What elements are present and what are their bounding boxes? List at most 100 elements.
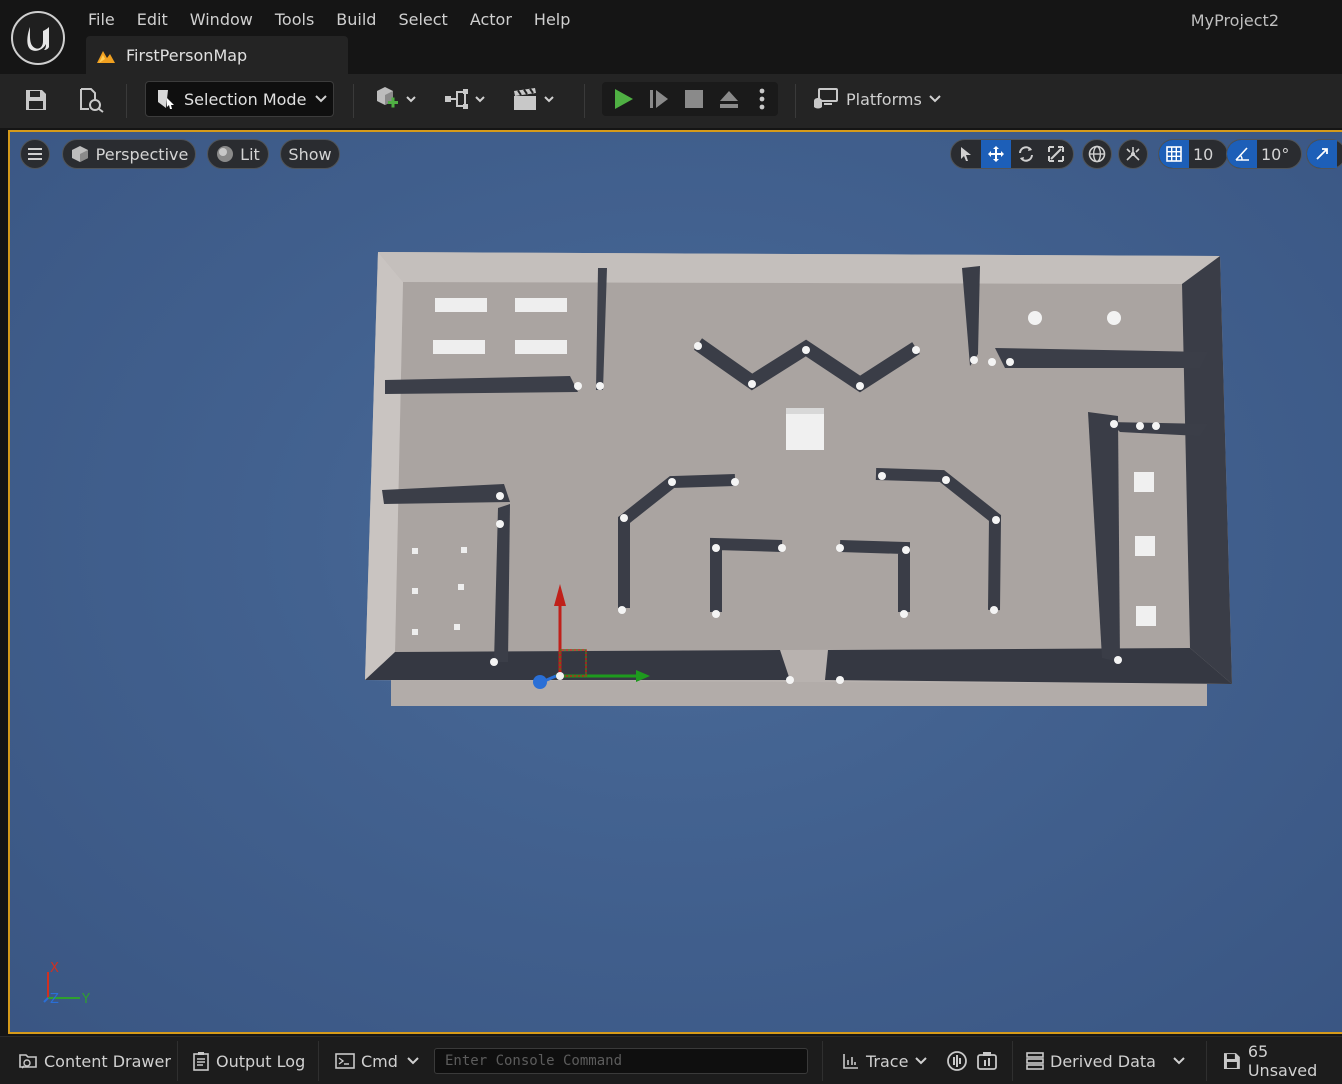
small-block[interactable] — [412, 588, 418, 594]
unreal-logo-icon[interactable] — [11, 11, 65, 65]
small-block[interactable] — [412, 629, 418, 635]
scale-snap-group[interactable] — [1306, 139, 1342, 169]
unsaved-label: 65 Unsaved — [1247, 1042, 1318, 1080]
sphere[interactable] — [1107, 311, 1121, 325]
block[interactable] — [433, 340, 485, 354]
level-viewport[interactable]: Perspective Lit Show 10 10° X Z Y — [8, 130, 1342, 1034]
trace-icon — [843, 1054, 858, 1069]
main-menu: File Edit Window Tools Build Select Acto… — [88, 8, 592, 31]
map-level-icon — [97, 51, 115, 63]
trace-label: Trace — [866, 1051, 909, 1071]
play-options-button[interactable] — [750, 82, 774, 116]
viewport-menu-button[interactable] — [20, 139, 50, 169]
scale-snap-icon — [1316, 148, 1328, 160]
add-actor-button[interactable] — [370, 82, 422, 118]
content-drawer-label: Content Drawer — [44, 1051, 171, 1071]
statusbar-separator — [1012, 1041, 1013, 1081]
browse-icon — [80, 88, 104, 113]
block[interactable] — [1135, 536, 1155, 556]
surface-snap-button[interactable] — [1118, 139, 1148, 169]
floor-slab-edge — [391, 680, 1207, 706]
selection-mode-dropdown[interactable]: Selection Mode — [145, 81, 334, 117]
small-block[interactable] — [458, 584, 464, 590]
surface-snap-icon — [1126, 147, 1140, 161]
axis-label-z: Z — [50, 992, 59, 1007]
globe-icon — [1088, 145, 1106, 163]
show-label: Show — [288, 144, 332, 164]
wall-north[interactable] — [378, 252, 1220, 284]
menu-tools[interactable]: Tools — [275, 8, 314, 31]
map-tab[interactable]: FirstPersonMap — [86, 36, 348, 74]
menu-file[interactable]: File — [88, 8, 115, 31]
block[interactable] — [435, 298, 487, 312]
trace-snapshot-button[interactable] — [976, 1047, 998, 1075]
small-block[interactable] — [461, 547, 467, 553]
eject-button[interactable] — [714, 82, 744, 116]
browse-button[interactable] — [74, 82, 108, 118]
wall-east[interactable] — [1182, 256, 1232, 684]
world-local-button[interactable] — [1082, 139, 1112, 169]
rotate-icon — [1019, 146, 1033, 162]
menu-help[interactable]: Help — [534, 8, 570, 31]
content-drawer-button[interactable]: Content Drawer — [18, 1047, 171, 1075]
menu-build[interactable]: Build — [336, 8, 376, 31]
cinematics-button[interactable] — [508, 82, 560, 118]
toolbar-separator — [584, 84, 585, 118]
snapshot-icon — [977, 1052, 997, 1070]
advance-frame-button[interactable] — [644, 82, 674, 116]
output-log-button[interactable]: Output Log — [192, 1047, 305, 1075]
block[interactable] — [1136, 606, 1156, 626]
move-icon — [988, 146, 1004, 162]
level-scene[interactable] — [10, 132, 1342, 1034]
console-command-input[interactable] — [434, 1048, 808, 1074]
lit-button[interactable]: Lit — [207, 139, 269, 169]
toolbar-separator — [353, 84, 354, 118]
small-block[interactable] — [454, 624, 460, 630]
block[interactable] — [515, 340, 567, 354]
menu-window[interactable]: Window — [190, 8, 253, 31]
project-name: MyProject2 — [1190, 11, 1279, 30]
perspective-button[interactable]: Perspective — [62, 139, 196, 169]
show-button[interactable]: Show — [280, 139, 340, 169]
menu-edit[interactable]: Edit — [137, 8, 168, 31]
small-block[interactable] — [412, 548, 418, 554]
trace-record-button[interactable] — [946, 1047, 968, 1075]
block[interactable] — [1134, 472, 1154, 492]
angle-icon — [1235, 147, 1249, 161]
menu-select[interactable]: Select — [398, 8, 447, 31]
rotation-snap-group[interactable]: 10° — [1226, 139, 1302, 169]
block[interactable] — [515, 298, 567, 312]
platforms-dropdown[interactable]: Platforms — [812, 82, 942, 116]
grid-snap-group[interactable]: 10 — [1158, 139, 1228, 169]
sphere[interactable] — [1028, 311, 1042, 325]
menu-actor[interactable]: Actor — [470, 8, 512, 31]
wall-south-right[interactable] — [825, 648, 1232, 684]
cmd-dropdown[interactable]: Cmd — [335, 1047, 420, 1075]
cmd-label: Cmd — [361, 1051, 398, 1071]
trace-dropdown[interactable]: Trace — [842, 1047, 928, 1075]
more-options-icon — [759, 88, 765, 110]
rotation-snap-value[interactable]: 10° — [1257, 145, 1297, 164]
grid-snap-toggle[interactable] — [1159, 140, 1189, 168]
save-button[interactable] — [20, 82, 52, 118]
toolbar-separator — [795, 84, 796, 118]
map-tab-label: FirstPersonMap — [126, 45, 248, 65]
select-tool-button[interactable] — [951, 140, 981, 168]
play-button[interactable] — [608, 82, 638, 116]
unsaved-assets-button[interactable]: 65 Unsaved — [1222, 1042, 1342, 1080]
grid-snap-value[interactable]: 10 — [1189, 145, 1221, 164]
output-log-label: Output Log — [216, 1051, 306, 1071]
rotation-snap-toggle[interactable] — [1227, 140, 1257, 168]
translate-tool-button[interactable] — [981, 140, 1011, 168]
save-icon — [26, 90, 46, 110]
transform-tools — [950, 139, 1074, 169]
stop-button[interactable] — [679, 82, 709, 116]
scale-snap-toggle[interactable] — [1307, 140, 1337, 168]
axis-label-y: Y — [81, 992, 90, 1007]
cube[interactable] — [786, 408, 824, 450]
rotate-tool-button[interactable] — [1011, 140, 1041, 168]
statusbar-separator — [822, 1041, 823, 1081]
derived-data-dropdown[interactable]: Derived Data — [1026, 1047, 1186, 1075]
blueprint-button[interactable] — [440, 82, 490, 118]
scale-tool-button[interactable] — [1041, 140, 1071, 168]
